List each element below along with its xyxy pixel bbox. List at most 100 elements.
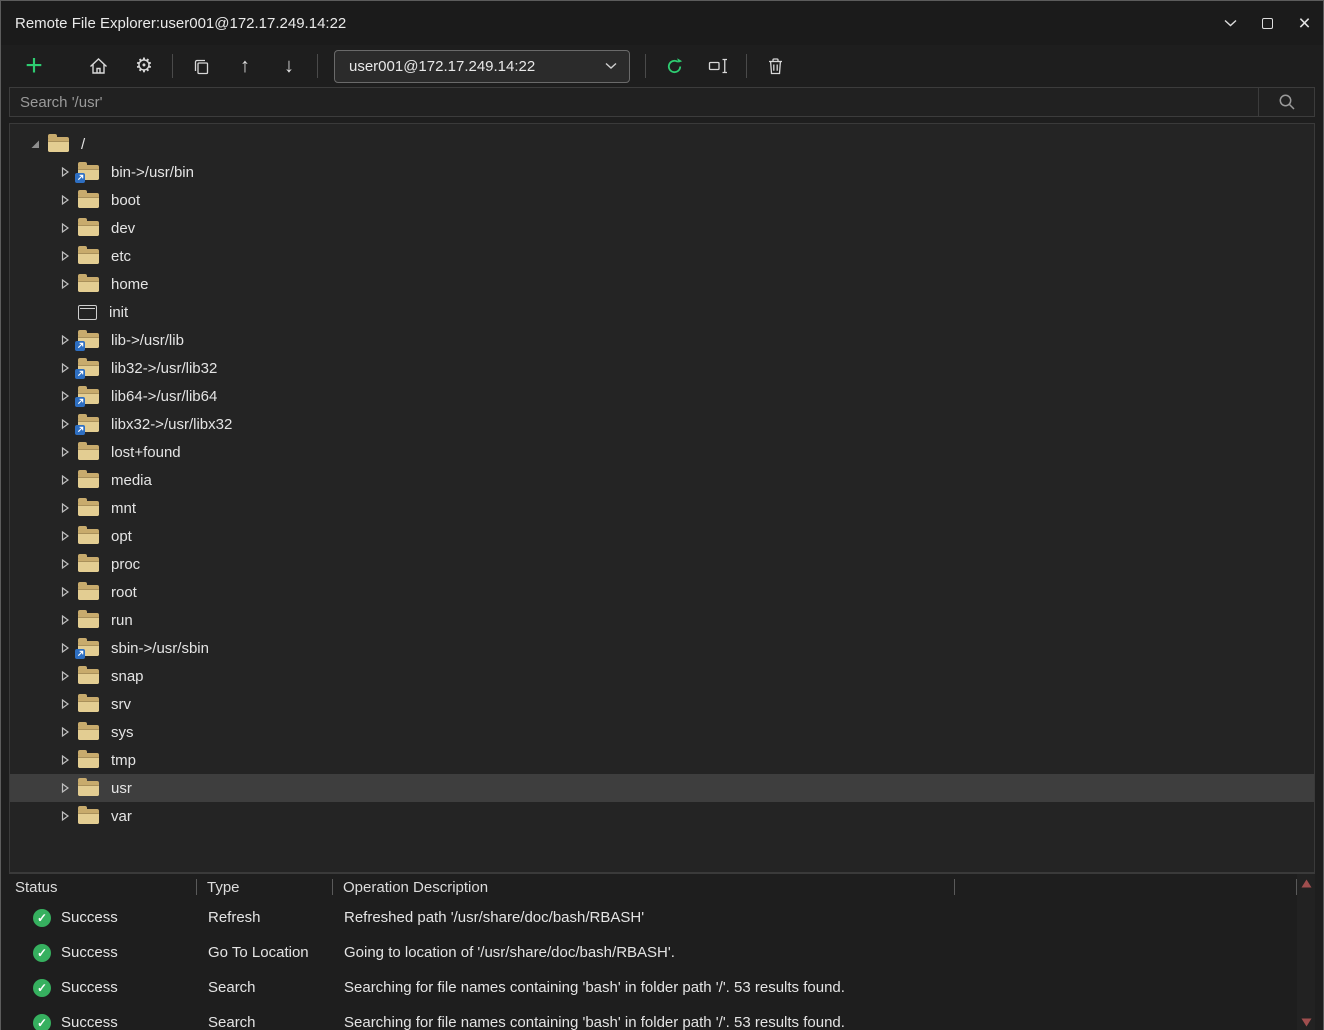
item-icon [78, 669, 99, 684]
rename-icon [708, 57, 729, 75]
tree-item[interactable]: bin->/usr/bin [10, 158, 1314, 186]
tree-item-label: root [111, 584, 137, 601]
log-row[interactable]: ✓ Success Go To Location Going to locati… [9, 935, 1297, 970]
tree-item[interactable]: lib32->/usr/lib32 [10, 354, 1314, 382]
tree-item[interactable]: var [10, 802, 1314, 830]
log-description: Searching for file names containing 'bas… [333, 979, 1297, 996]
expand-icon[interactable] [60, 446, 70, 458]
home-button[interactable] [85, 50, 111, 82]
symlink-badge [75, 649, 85, 659]
log-column-status[interactable]: Status [9, 879, 196, 896]
tree-item-label: home [111, 276, 149, 293]
tree-item[interactable]: root [10, 578, 1314, 606]
expand-icon[interactable] [60, 222, 70, 234]
scrollbar-track[interactable] [1304, 888, 1308, 1018]
tree-item[interactable]: init [10, 298, 1314, 326]
tree-item[interactable]: snap [10, 662, 1314, 690]
tree-item[interactable]: etc [10, 242, 1314, 270]
tree-item[interactable]: srv [10, 690, 1314, 718]
expand-icon[interactable] [60, 810, 70, 822]
tree-item[interactable]: media [10, 466, 1314, 494]
tree-item[interactable]: tmp [10, 746, 1314, 774]
rename-button[interactable] [705, 50, 731, 82]
expand-icon[interactable] [60, 502, 70, 514]
item-icon [78, 753, 99, 768]
tree-item[interactable]: home [10, 270, 1314, 298]
expand-icon[interactable] [60, 642, 70, 654]
expand-icon[interactable] [60, 586, 70, 598]
delete-button[interactable] [762, 50, 788, 82]
expand-icon[interactable] [60, 558, 70, 570]
collapse-icon[interactable] [30, 139, 40, 149]
maximize-button[interactable] [1249, 1, 1286, 45]
expand-icon[interactable] [60, 390, 70, 402]
duplicate-button[interactable] [188, 50, 214, 82]
tree-item-label: sys [111, 724, 134, 741]
log-scrollbar[interactable] [1297, 874, 1315, 1030]
log-column-description[interactable]: Operation Description [333, 879, 954, 896]
toolbar-separator [746, 54, 747, 78]
expand-icon[interactable] [60, 726, 70, 738]
tree-item[interactable]: sys [10, 718, 1314, 746]
expand-icon[interactable] [60, 166, 70, 178]
expand-icon[interactable] [60, 194, 70, 206]
log-row[interactable]: ✓ Success Search Searching for file name… [9, 1005, 1297, 1030]
move-up-button[interactable]: ↑ [232, 50, 258, 82]
refresh-button[interactable] [661, 50, 687, 82]
move-down-button[interactable]: ↓ [276, 50, 302, 82]
scroll-down-arrow-icon[interactable] [1301, 1018, 1312, 1027]
expand-icon[interactable] [60, 250, 70, 262]
settings-button[interactable]: ⚙ [131, 50, 157, 82]
item-icon [78, 249, 99, 264]
add-connection-button[interactable]: + [21, 50, 47, 82]
expand-icon[interactable] [60, 782, 70, 794]
tree-item[interactable]: dev [10, 214, 1314, 242]
tree-item-label: sbin->/usr/sbin [111, 640, 209, 657]
connection-select[interactable]: user001@172.17.249.14:22 [334, 50, 630, 83]
tree-root-item[interactable]: / [10, 130, 1314, 158]
expand-icon[interactable] [60, 614, 70, 626]
item-icon [78, 193, 99, 208]
tree-item[interactable]: mnt [10, 494, 1314, 522]
expand-icon[interactable] [60, 670, 70, 682]
item-icon [78, 585, 99, 600]
expand-icon[interactable] [60, 418, 70, 430]
expand-icon[interactable] [60, 474, 70, 486]
tree-item[interactable]: opt [10, 522, 1314, 550]
minimize-button[interactable] [1212, 1, 1249, 45]
tree-item[interactable]: lib->/usr/lib [10, 326, 1314, 354]
item-icon [78, 389, 99, 404]
tree-item[interactable]: usr [10, 774, 1314, 802]
log-column-type[interactable]: Type [197, 879, 332, 896]
expand-icon[interactable] [60, 278, 70, 290]
expand-icon[interactable] [60, 754, 70, 766]
log-status-cell: ✓ Success [9, 909, 197, 927]
tree-item[interactable]: boot [10, 186, 1314, 214]
tree-item[interactable]: libx32->/usr/libx32 [10, 410, 1314, 438]
scroll-up-arrow-icon[interactable] [1301, 879, 1312, 888]
tree-item[interactable]: lib64->/usr/lib64 [10, 382, 1314, 410]
log-status-cell: ✓ Success [9, 1014, 197, 1030]
log-status-label: Success [61, 909, 118, 926]
symlink-badge [75, 397, 85, 407]
toolbar-separator [172, 54, 173, 78]
tree-item[interactable]: sbin->/usr/sbin [10, 634, 1314, 662]
success-check-icon: ✓ [33, 909, 51, 927]
search-button[interactable] [1258, 88, 1314, 116]
tree-item-label: snap [111, 668, 144, 685]
log-row[interactable]: ✓ Success Refresh Refreshed path '/usr/s… [9, 900, 1297, 935]
expand-icon[interactable] [60, 698, 70, 710]
close-button[interactable]: × [1286, 1, 1323, 45]
gear-icon: ⚙ [135, 56, 153, 76]
plus-icon: + [25, 53, 43, 79]
log-header: Status Type Operation Description [9, 874, 1297, 900]
search-input[interactable] [10, 88, 1258, 116]
arrow-up-icon: ↑ [240, 56, 250, 76]
log-row[interactable]: ✓ Success Search Searching for file name… [9, 970, 1297, 1005]
expand-icon[interactable] [60, 530, 70, 542]
tree-item[interactable]: lost+found [10, 438, 1314, 466]
expand-icon[interactable] [60, 334, 70, 346]
tree-item[interactable]: run [10, 606, 1314, 634]
expand-icon[interactable] [60, 362, 70, 374]
tree-item[interactable]: proc [10, 550, 1314, 578]
